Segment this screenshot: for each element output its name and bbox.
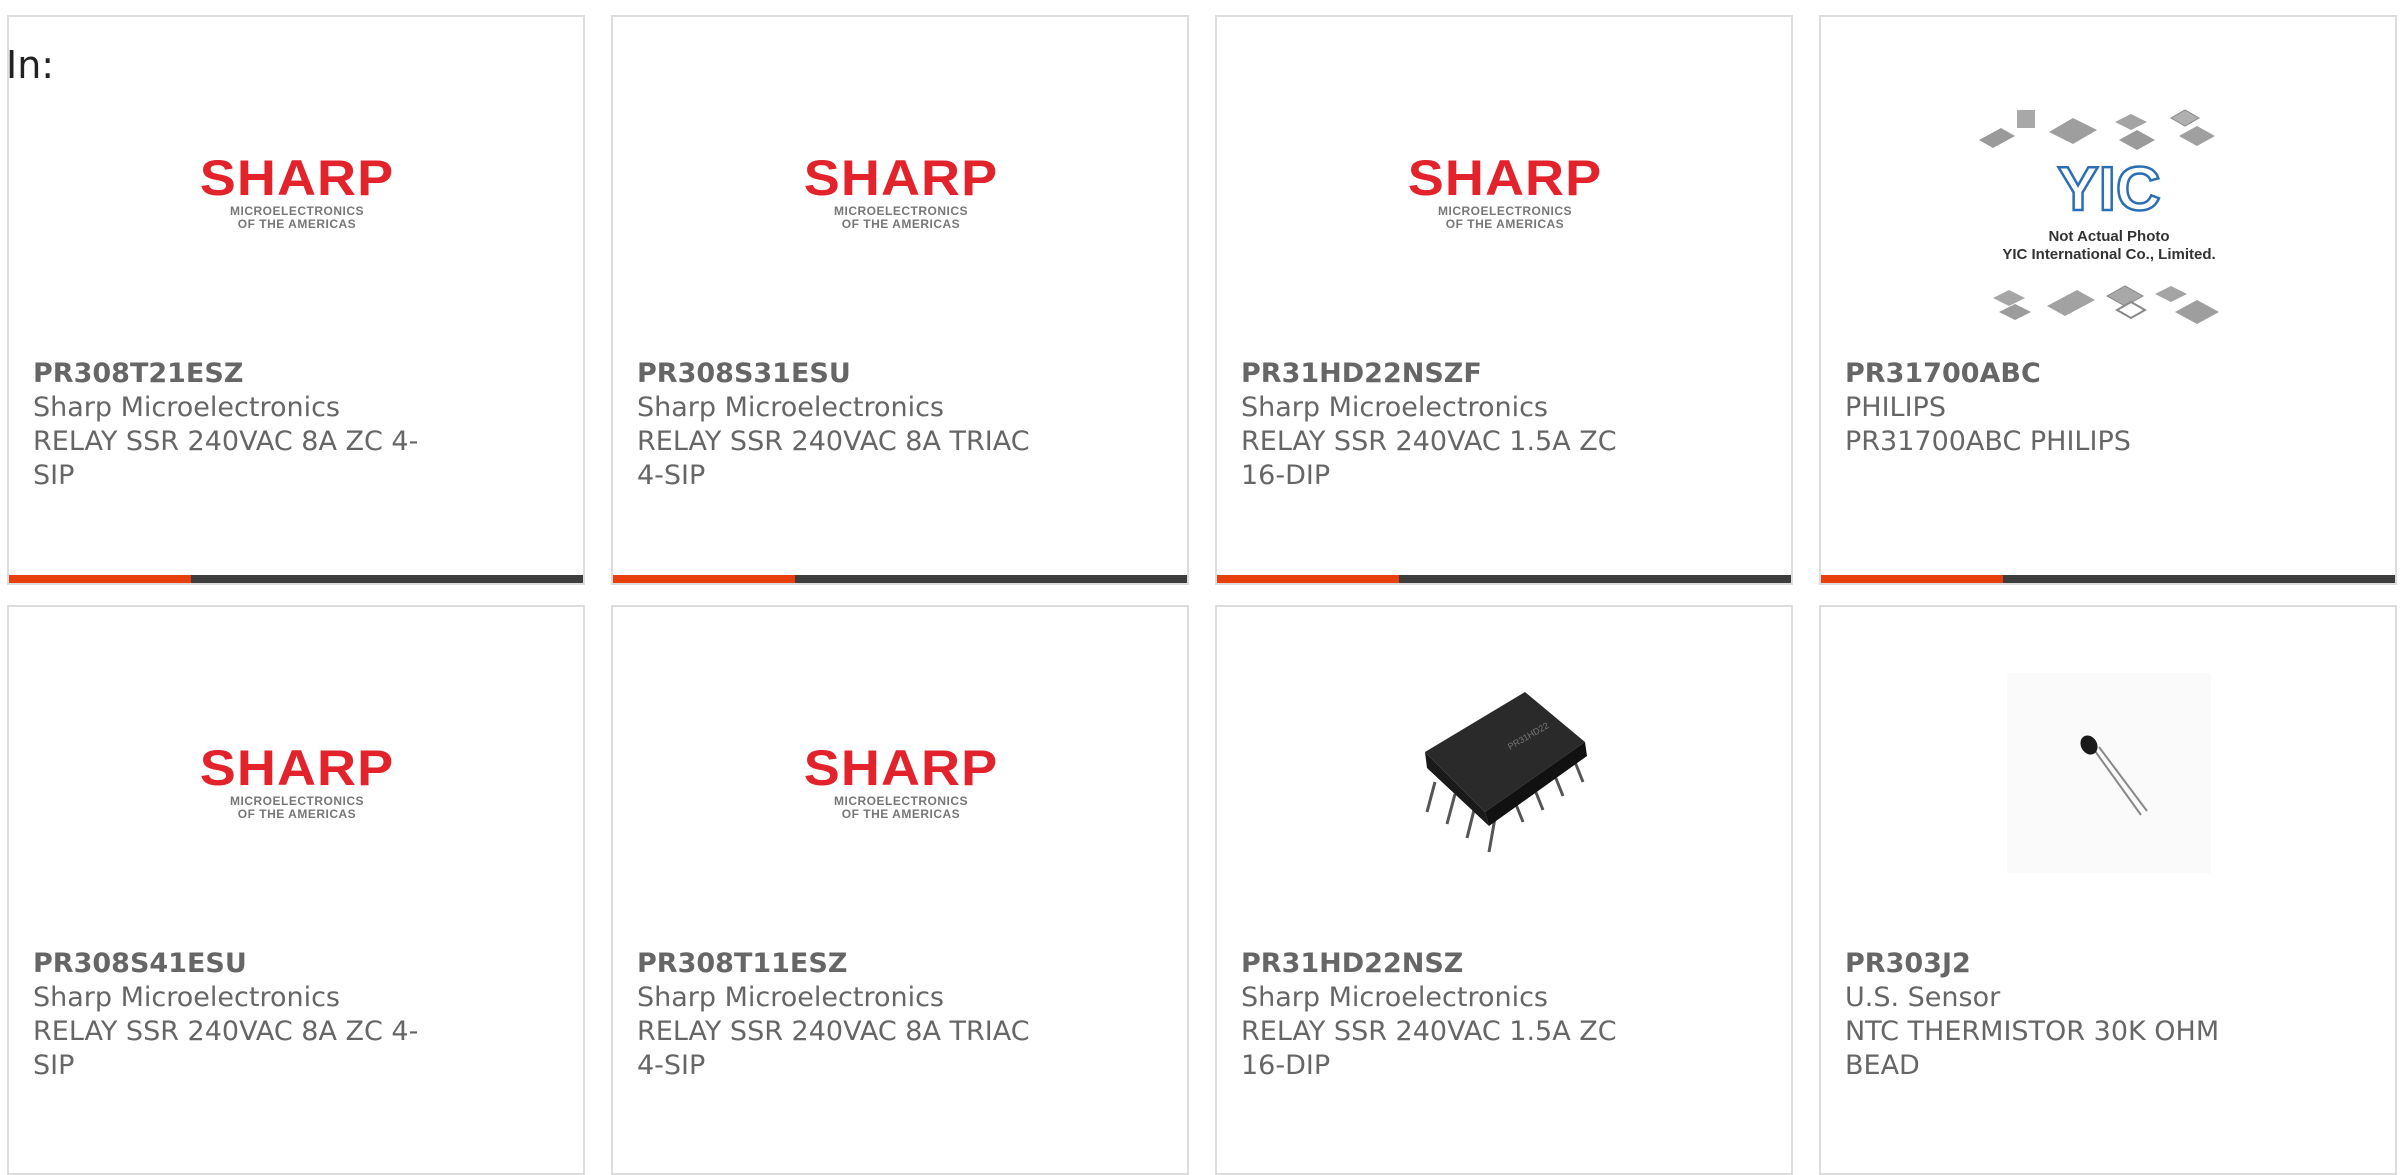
svg-text:YIC: YIC <box>2057 155 2160 224</box>
card-bottom-bar <box>613 575 1187 583</box>
product-description: RELAY SSR 240VAC 1.5A ZC 16-DIP <box>1241 426 1617 491</box>
product-description: RELAY SSR 240VAC 8A TRIAC 4-SIP <box>637 1016 1030 1081</box>
manufacturer-name: Sharp Microelectronics <box>637 982 944 1013</box>
part-number[interactable]: PR308S41ESU <box>33 947 247 981</box>
product-description: RELAY SSR 240VAC 1.5A ZC 16-DIP <box>1241 1016 1617 1081</box>
sharp-logo: SHARP MICROELECTRONICS OF THE AMERICAS <box>1407 150 1603 231</box>
manufacturer-name: Sharp Microelectronics <box>33 392 340 423</box>
product-image[interactable] <box>2007 673 2211 873</box>
manufacturer-name: Sharp Microelectronics <box>33 982 340 1013</box>
product-card[interactable]: PR31HD22 PR31HD22NSZ Sharp Microelectron… <box>1215 605 1793 1175</box>
product-image[interactable]: SHARP MICROELECTRONICS OF THE AMERICAS <box>149 657 445 907</box>
part-number[interactable]: PR308S31ESU <box>637 357 851 391</box>
dip-chip-photo-icon: PR31HD22 <box>1425 692 1587 853</box>
part-number[interactable]: PR31HD22NSZ <box>1241 947 1463 981</box>
product-image[interactable]: SHARP MICROELECTRONICS OF THE AMERICAS <box>1357 67 1653 317</box>
product-image[interactable]: YIC Not Actual Photo YIC International C… <box>1961 57 2257 324</box>
part-number[interactable]: PR31HD22NSZF <box>1241 357 1482 391</box>
card-accent-bar <box>9 575 191 583</box>
product-image[interactable]: SHARP MICROELECTRONICS OF THE AMERICAS <box>753 657 1049 907</box>
manufacturer-name: PHILIPS <box>1845 392 1946 423</box>
product-description: RELAY SSR 240VAC 8A ZC 4-SIP <box>33 426 419 491</box>
product-image[interactable]: SHARP MICROELECTRONICS OF THE AMERICAS <box>753 67 1049 317</box>
sharp-logo: SHARP MICROELECTRONICS OF THE AMERICAS <box>199 150 395 231</box>
sharp-logo: SHARP MICROELECTRONICS OF THE AMERICAS <box>803 740 999 821</box>
manufacturer-name: Sharp Microelectronics <box>637 392 944 423</box>
part-number[interactable]: PR308T21ESZ <box>33 357 243 391</box>
yic-placeholder-image: YIC Not Actual Photo YIC International C… <box>1969 100 2249 324</box>
card-accent-bar <box>1217 575 1399 583</box>
product-image[interactable]: SHARP MICROELECTRONICS OF THE AMERICAS <box>149 67 445 317</box>
manufacturer-name: U.S. Sensor <box>1845 982 2001 1013</box>
filter-label: In: <box>6 43 55 87</box>
product-card[interactable]: SHARP MICROELECTRONICS OF THE AMERICAS P… <box>611 15 1189 585</box>
product-card[interactable]: SHARP MICROELECTRONICS OF THE AMERICAS P… <box>7 15 585 585</box>
card-accent-bar <box>613 575 795 583</box>
manufacturer-name: Sharp Microelectronics <box>1241 392 1548 423</box>
part-number[interactable]: PR31700ABC <box>1845 357 2041 391</box>
product-image[interactable]: PR31HD22 <box>1397 667 1613 877</box>
card-bottom-bar <box>1821 575 2395 583</box>
card-bottom-bar <box>1217 575 1791 583</box>
manufacturer-name: Sharp Microelectronics <box>1241 982 1548 1013</box>
part-number[interactable]: PR303J2 <box>1845 947 1971 981</box>
product-card[interactable]: YIC Not Actual Photo YIC International C… <box>1819 15 2397 585</box>
card-bottom-bar <box>9 575 583 583</box>
yic-chips-icon: YIC <box>1979 109 2219 324</box>
product-description: RELAY SSR 240VAC 8A ZC 4-SIP <box>33 1016 419 1081</box>
product-description: PR31700ABC PHILIPS <box>1845 426 2131 457</box>
sharp-logo: SHARP MICROELECTRONICS OF THE AMERICAS <box>803 150 999 231</box>
product-card[interactable]: SHARP MICROELECTRONICS OF THE AMERICAS P… <box>611 605 1189 1175</box>
part-number[interactable]: PR308T11ESZ <box>637 947 847 981</box>
sharp-logo: SHARP MICROELECTRONICS OF THE AMERICAS <box>199 740 395 821</box>
product-card[interactable]: SHARP MICROELECTRONICS OF THE AMERICAS P… <box>7 605 585 1175</box>
product-description: NTC THERMISTOR 30K OHM BEAD <box>1845 1016 2220 1081</box>
product-card[interactable]: PR303J2 U.S. Sensor NTC THERMISTOR 30K O… <box>1819 605 2397 1175</box>
product-description: RELAY SSR 240VAC 8A TRIAC 4-SIP <box>637 426 1030 491</box>
product-card[interactable]: SHARP MICROELECTRONICS OF THE AMERICAS P… <box>1215 15 1793 585</box>
card-accent-bar <box>1821 575 2003 583</box>
thermistor-photo-icon <box>2080 735 2148 816</box>
